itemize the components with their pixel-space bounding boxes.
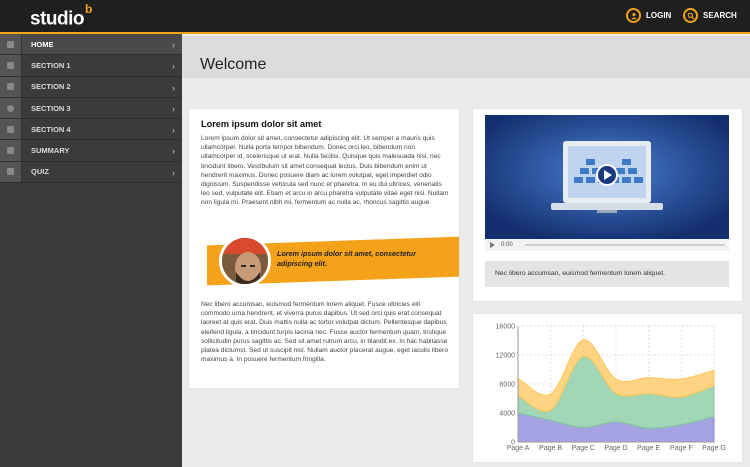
logo[interactable]: studiob (30, 2, 92, 30)
y-tick-label: 16000 (496, 324, 516, 331)
sidebar-item-label: HOME (31, 39, 54, 49)
video-player[interactable] (485, 115, 729, 239)
quote-text: Lorem ipsum dolor sit amet, consectetur … (277, 249, 416, 268)
login-label: LOGIN (646, 11, 672, 20)
x-tick-label: Page D (604, 445, 627, 452)
sidebar-item-section-4[interactable]: SECTION 4 › (0, 119, 182, 141)
sidebar-item-label: SECTION 1 (31, 60, 71, 70)
top-bar: studiob LOGIN SEARCH (0, 0, 750, 34)
article-paragraph-1: Lorem ipsum dolor sit amet, consectetur … (201, 135, 449, 207)
login-button[interactable]: LOGIN (626, 8, 671, 23)
thumb-icon (0, 140, 22, 161)
article-card: Lorem ipsum dolor sit amet Lorem ipsum d… (189, 109, 459, 388)
avatar (219, 235, 271, 287)
play-icon[interactable] (490, 242, 495, 248)
y-tick-label: 8000 (499, 382, 515, 389)
sidebar-item-label: SECTION 3 (31, 103, 71, 113)
video-card: 0:00 Nec libero accumsan, euismod fermen… (473, 109, 742, 301)
sidebar-item-label: SECTION 4 (31, 124, 71, 134)
video-progress-bar[interactable] (524, 244, 725, 246)
chevron-right-icon: › (172, 103, 175, 114)
tag-icon (0, 119, 22, 140)
article-paragraph-2: Nec libero accumsan, euismod fermentum l… (201, 301, 449, 364)
user-icon (626, 8, 641, 23)
chevron-right-icon: › (172, 40, 175, 50)
book-icon (0, 55, 22, 76)
logo-text: studio (30, 8, 85, 30)
sidebar-item-section-1[interactable]: SECTION 1 › (0, 55, 182, 77)
gear-icon (0, 97, 22, 119)
home-icon (0, 34, 22, 55)
chevron-right-icon: › (172, 167, 175, 178)
x-tick-label: Page F (670, 445, 693, 452)
y-tick-label: 4000 (499, 411, 515, 418)
article-heading: Lorem ipsum dolor sit amet (201, 119, 322, 129)
x-tick-label: Page A (507, 445, 530, 452)
area-chart: 0400080001200016000Page A Page B Page C Pag… (496, 324, 726, 453)
video-caption: Nec libero accumsan, euismod fermentum l… (485, 261, 729, 287)
video-controls: 0:00 (485, 239, 729, 251)
x-tick-label: Page E (637, 445, 660, 452)
sidebar-item-home[interactable]: HOME › (0, 34, 182, 56)
x-tick-label: Page C (572, 445, 595, 452)
document-icon (0, 161, 22, 183)
x-tick-label: Page B (539, 445, 562, 452)
x-tick-label: Page G (702, 445, 726, 452)
chevron-right-icon: › (172, 82, 175, 93)
logo-mark: b (85, 2, 92, 16)
page-header: Welcome (182, 36, 750, 78)
sidebar-item-label: SUMMARY (31, 146, 70, 156)
sidebar-item-section-2[interactable]: SECTION 2 › (0, 76, 182, 98)
chart-card: 0 4000 8000 12000 16000 Page A Page B Page C Pag… (473, 314, 742, 462)
page-title: Welcome (200, 56, 267, 73)
sidebar-item-summary[interactable]: SUMMARY › (0, 140, 182, 162)
search-label: SEARCH (703, 11, 737, 20)
video-time: 0:00 (501, 242, 513, 248)
sidebar-item-quiz[interactable]: QUIZ › (0, 161, 182, 184)
search-icon (683, 8, 698, 23)
people-icon (0, 76, 22, 97)
sidebar-item-label: SECTION 2 (31, 82, 71, 92)
sidebar: HOME › SECTION 1 › SECTION 2 › SECTION 3… (0, 34, 182, 467)
sidebar-item-section-3[interactable]: SECTION 3 › (0, 97, 182, 120)
chevron-right-icon: › (172, 61, 175, 72)
chevron-right-icon: › (172, 146, 175, 157)
search-button[interactable]: SEARCH (683, 8, 737, 23)
sidebar-item-label: QUIZ (31, 167, 49, 177)
chevron-right-icon: › (172, 125, 175, 136)
y-tick-label: 12000 (496, 353, 516, 360)
